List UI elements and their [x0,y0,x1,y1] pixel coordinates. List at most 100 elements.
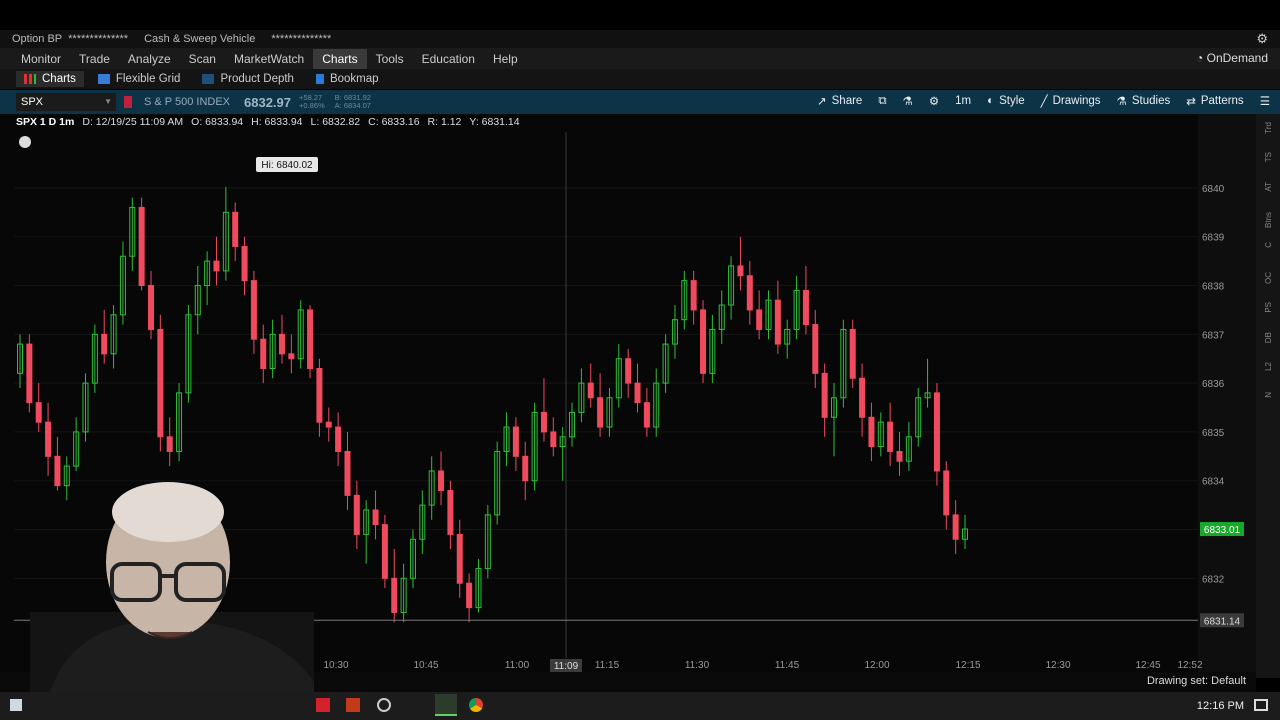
ask-value: A: 6834.07 [334,101,371,110]
patterns-button[interactable]: ⇄ Patterns [1186,94,1243,108]
tab-bookmap[interactable]: Bookmap [308,71,387,87]
gear-icon[interactable]: ⚙ [1256,31,1268,47]
presenter-image [30,482,314,692]
pencil-icon: ╱ [1040,96,1048,108]
candle-body [335,426,342,452]
hi-label: Hi: 6840.02 [261,160,313,171]
candle-body [802,289,809,326]
grid-icon [97,74,110,84]
y-tick-label: 6835 [1202,428,1225,439]
candle-body [587,382,594,399]
notification-icon[interactable] [1254,699,1268,711]
tab-product-depth[interactable]: Product Depth [194,71,302,87]
candle-body [35,402,42,423]
y-tick-label: 6836 [1202,379,1225,390]
studies-button[interactable]: ⚗ Studies [1117,94,1171,108]
candle-body [381,524,388,579]
settings-button[interactable]: ⚙ [929,94,939,108]
info-low: L: 6832.82 [310,116,361,128]
cash-sweep-value: ************** [271,33,332,45]
depth-icon [202,74,215,84]
dock-tab-at[interactable]: AT [1264,182,1273,192]
x-tick-label: 11:30 [685,660,710,671]
detach-button[interactable]: ⧉ [878,95,886,108]
account-bar: Option BP ************** Cash & Sweep Ve… [0,30,1280,48]
share-button[interactable]: ↗ Share [817,94,862,108]
candle-body [456,533,463,584]
symbol-value: SPX [21,96,44,108]
menu-item-scan[interactable]: Scan [180,49,225,69]
info-y: Y: 6831.14 [469,116,520,128]
candle-body [250,280,257,340]
dock-tab-oc[interactable]: OC [1264,272,1273,284]
candle-body [138,206,145,287]
candle-body [288,353,295,360]
candle-body [232,211,239,247]
taskbar-app-s-icon[interactable] [316,698,330,712]
option-bp-value: ************** [68,33,129,45]
menu-item-charts[interactable]: Charts [313,48,367,69]
drawings-button[interactable]: ╱ Drawings [1041,94,1101,108]
candle-body [213,260,220,272]
chevron-down-icon[interactable]: ▼ [104,97,112,106]
dock-tab-l2[interactable]: L2 [1264,362,1273,371]
patterns-icon: ⇄ [1186,96,1196,108]
symbol-input[interactable]: SPX ▼ [16,93,116,111]
dock-tab-c[interactable]: C [1264,242,1273,248]
menu-item-marketwatch[interactable]: MarketWatch [225,49,313,69]
dock-tab-ts[interactable]: TS [1264,152,1273,162]
candle-body [147,285,154,330]
candle-body [700,309,707,374]
menu-item-monitor[interactable]: Monitor [12,49,70,69]
dock-tab-n[interactable]: N [1264,392,1273,398]
style-button[interactable]: ◐ Style [987,95,1025,107]
taskbar-app-icon[interactable] [377,698,391,712]
webcam-overlay [30,482,314,692]
taskbar-tos-icon[interactable] [435,694,457,716]
candle-body [690,280,697,311]
menu-item-analyze[interactable]: Analyze [119,49,180,69]
settings-icon: ⚙ [928,96,940,108]
x-tick-label: 12:00 [864,660,889,671]
menu-item-tools[interactable]: Tools [367,49,413,69]
timeframe-button[interactable]: 1m [955,95,971,107]
y-tick-label: 6837 [1202,330,1225,341]
dock-tab-db[interactable]: DB [1264,332,1273,343]
candle-body [737,265,744,277]
info-date: D: 12/19/25 11:09 AM [82,116,184,128]
drawing-set[interactable]: Drawing set: Default [1147,675,1246,687]
symbol-period: SPX 1 D 1m [16,116,75,128]
candle-body [859,377,866,418]
info-range: R: 1.12 [427,116,462,128]
menu-item-help[interactable]: Help [484,49,527,69]
flask-button[interactable]: ⚗ [903,94,913,108]
y-tick-label: 6840 [1202,184,1225,195]
taskbar-powerpoint-icon[interactable] [346,698,360,712]
candle-body [550,431,557,448]
share-icon: ↗ [816,96,827,108]
tab-flexible-grid[interactable]: Flexible Grid [90,71,189,87]
y-tick-label: 6838 [1202,282,1225,293]
detach-icon: ⧉ [878,94,887,107]
dock-tab-btns[interactable]: Btns [1264,212,1273,228]
candle-body [952,514,959,540]
x-tick-label: 12:15 [955,660,980,671]
info-high: H: 6833.94 [251,116,303,128]
menu-button[interactable]: ☰ [1260,94,1270,108]
ondemand-button[interactable]: ◔ OnDemand [1196,51,1268,65]
tab-charts[interactable]: Charts [16,71,84,87]
windows-start-icon[interactable] [10,699,22,711]
dock-tab-ps[interactable]: PS [1264,302,1273,313]
candle-body [372,509,379,526]
menu-item-trade[interactable]: Trade [70,49,119,69]
clock[interactable]: 12:16 PM [1197,700,1244,712]
dock-tab-trd[interactable]: Trd [1264,122,1273,134]
candle-body [540,411,547,433]
candle-body [316,367,323,423]
candle-body [597,397,604,428]
menu-item-education[interactable]: Education [413,49,484,69]
net-change: +58.27 +0.86% [299,94,325,110]
alert-icon[interactable] [19,136,31,148]
price-scale[interactable] [1198,114,1256,678]
taskbar-chrome-icon[interactable] [469,698,483,712]
